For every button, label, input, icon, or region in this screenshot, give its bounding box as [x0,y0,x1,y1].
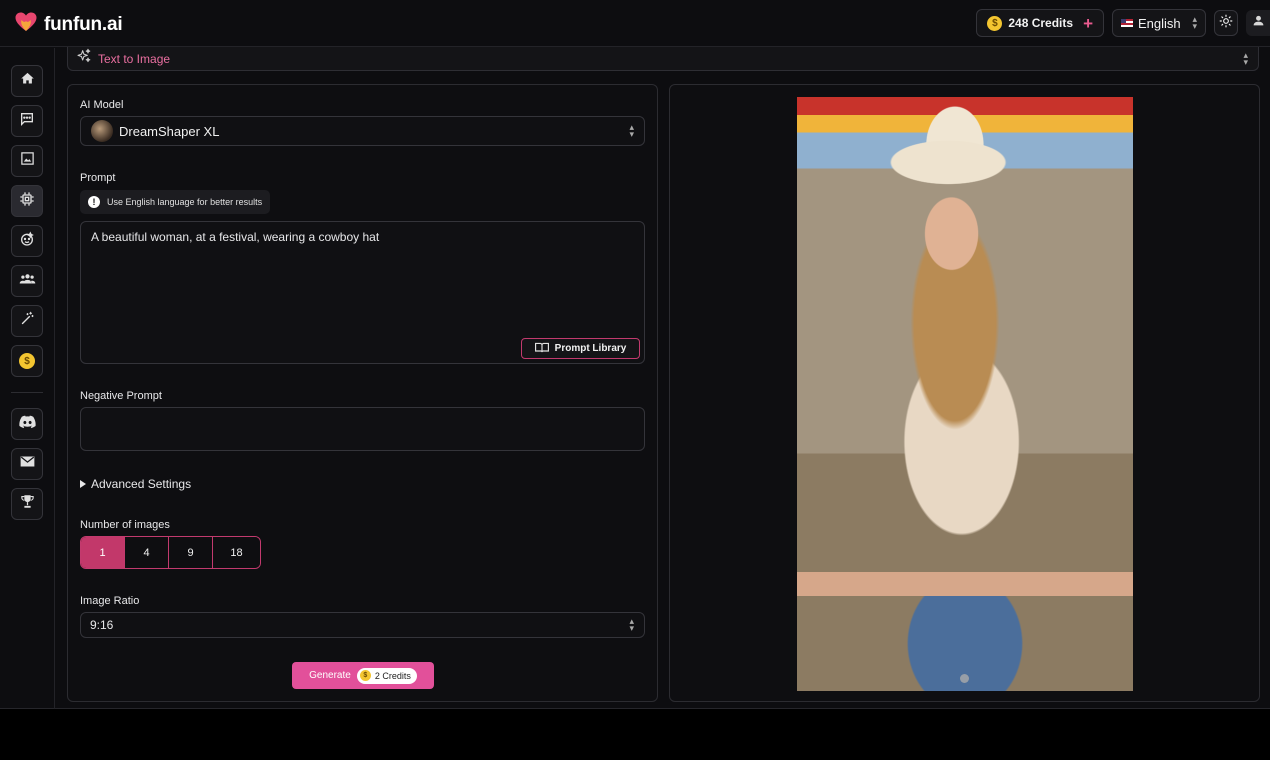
sidebar-item-image[interactable] [11,145,43,177]
carousel-indicator[interactable] [960,674,969,683]
num-images-selector: 1 4 9 18 [80,536,261,569]
prompt-library-button[interactable]: Prompt Library [521,338,640,359]
magic-wand-icon [20,311,35,331]
prompt-value: A beautiful woman, at a festival, wearin… [91,230,380,244]
logo-text: funfun.ai [44,13,123,35]
chevron-updown-icon: ▴ ▾ [1243,50,1248,67]
mail-icon [20,455,35,473]
advanced-settings-toggle[interactable]: Advanced Settings [80,477,191,491]
ai-model-value: DreamShaper XL [119,123,220,139]
dollar-coin-icon: $ [19,353,35,369]
sidebar: $ [0,48,55,709]
trophy-icon [20,494,35,514]
info-icon: ! [88,196,100,208]
plus-icon: + [1083,13,1093,33]
image-ratio-select[interactable]: 9:16 ▴ ▾ [80,612,645,638]
discord-icon [18,415,36,434]
chevron-updown-icon: ▴ ▾ [629,122,634,139]
theme-toggle-button[interactable] [1214,10,1238,36]
prompt-textarea[interactable]: A beautiful woman, at a festival, wearin… [80,221,645,364]
num-images-option-4[interactable]: 4 [125,537,169,568]
sidebar-item-face[interactable] [11,225,43,257]
coin-icon: $ [987,15,1003,31]
sidebar-item-credits[interactable]: $ [11,345,43,377]
sidebar-item-mail[interactable] [11,448,43,480]
app-window: funfun.ai $ 248 Credits + English ▴ ▾ $ … [0,0,1270,709]
generation-form-panel: AI Model DreamShaper XL ▴ ▾ Prompt ! Use … [67,84,658,702]
user-avatar-button[interactable] [1246,10,1270,36]
tool-select[interactable]: Text to Image ▴ ▾ [67,47,1259,71]
generate-button[interactable]: Generate $ 2 Credits [292,662,434,689]
preview-panel [669,84,1260,702]
sidebar-divider [11,392,43,393]
sidebar-item-community[interactable] [11,265,43,297]
chip-icon [19,191,35,212]
advanced-settings-label: Advanced Settings [91,477,192,491]
language-label: English [1138,15,1181,31]
face-icon [19,231,35,252]
sidebar-item-ai-chip[interactable] [11,185,43,217]
chevron-updown-icon: ▴ ▾ [1192,14,1197,31]
num-images-label: Number of images [80,519,170,531]
us-flag-icon [1121,19,1133,27]
num-images-option-1[interactable]: 1 [81,537,125,568]
sidebar-item-magic[interactable] [11,305,43,337]
sidebar-item-discord[interactable] [11,408,43,440]
tool-select-label: Text to Image [98,51,171,66]
header-actions: $ 248 Credits + English ▴ ▾ [976,9,1270,37]
image-icon [20,151,35,171]
ai-model-select[interactable]: DreamShaper XL ▴ ▾ [80,116,645,146]
num-images-option-18[interactable]: 18 [213,537,260,568]
credits-button[interactable]: $ 248 Credits + [976,9,1104,37]
sidebar-item-home[interactable] [11,65,43,97]
sidebar-item-chat[interactable] [11,105,43,137]
image-ratio-label: Image Ratio [80,595,140,607]
prompt-hint-text: Use English language for better results [107,197,263,207]
generate-label: Generate [309,670,351,681]
image-ratio-value: 9:16 [90,618,114,632]
prompt-label: Prompt [80,172,116,184]
prompt-hint: ! Use English language for better result… [80,190,271,214]
credits-label: 248 Credits [1008,16,1074,30]
chevron-updown-icon: ▴ ▾ [629,616,634,633]
prompt-library-label: Prompt Library [554,343,627,354]
negative-prompt-label: Negative Prompt [80,390,162,402]
logo[interactable]: funfun.ai [14,10,123,39]
coin-icon: $ [359,670,371,681]
user-icon [1252,14,1265,32]
sidebar-item-trophy[interactable] [11,488,43,520]
triangle-right-icon [80,480,86,488]
top-header: funfun.ai $ 248 Credits + English ▴ ▾ [0,0,1270,47]
negative-prompt-input[interactable] [80,407,645,451]
chat-icon [19,111,35,132]
language-select[interactable]: English ▴ ▾ [1112,9,1206,37]
model-thumbnail [91,120,113,142]
num-images-option-9[interactable]: 9 [169,537,213,568]
home-icon [20,71,35,91]
ai-model-label: AI Model [80,99,124,111]
generate-cost: 2 Credits [374,670,411,681]
generate-cost-badge: $ 2 Credits [356,667,417,684]
book-icon [534,342,549,356]
sun-icon [1219,14,1233,33]
heart-logo-icon [14,10,38,39]
generated-image[interactable] [797,97,1133,691]
sparkles-icon [76,48,92,69]
group-icon [19,270,36,292]
